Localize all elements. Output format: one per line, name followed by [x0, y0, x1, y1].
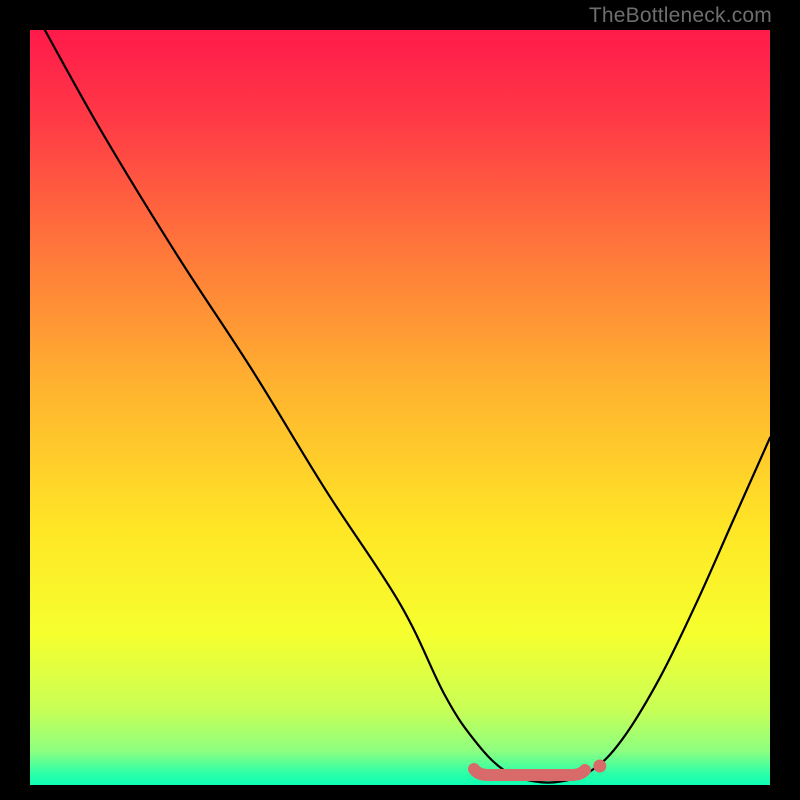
attribution-text: TheBottleneck.com: [589, 4, 772, 28]
curve-layer: [30, 30, 770, 785]
plot-area: [30, 30, 770, 785]
optimal-range-end-dot: [593, 760, 606, 773]
chart-frame: TheBottleneck.com: [0, 0, 800, 800]
optimal-range-marker: [474, 769, 585, 775]
bottleneck-curve: [45, 30, 770, 783]
